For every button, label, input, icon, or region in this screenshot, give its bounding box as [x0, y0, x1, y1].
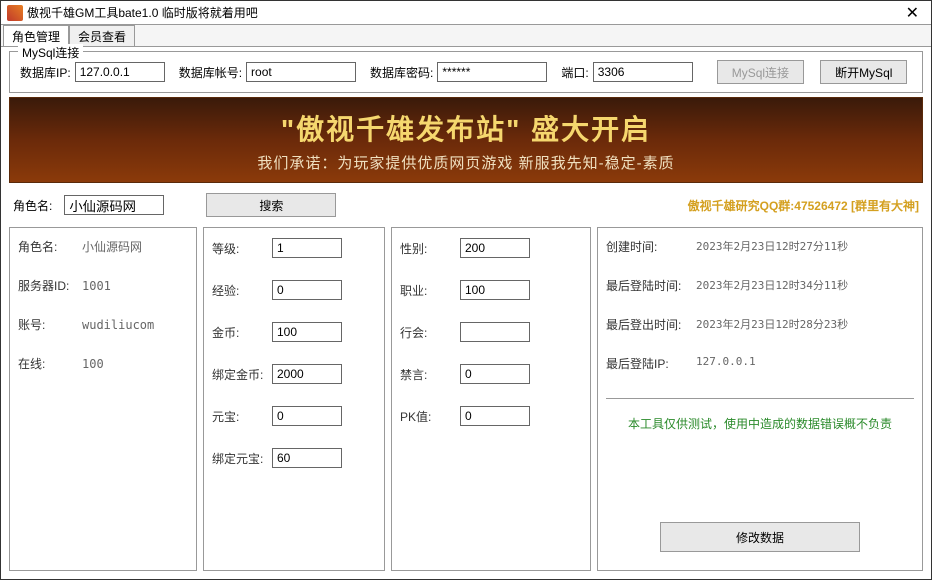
- account-value: wudiliucom: [82, 318, 154, 332]
- yuanbao-input[interactable]: [272, 406, 342, 426]
- close-icon[interactable]: ✕: [900, 3, 925, 23]
- level-input[interactable]: [272, 238, 342, 258]
- db-ip-input[interactable]: [75, 62, 165, 82]
- gold-input[interactable]: [272, 322, 342, 342]
- tab-role-mgmt[interactable]: 角色管理: [3, 25, 69, 46]
- role-name-label: 角色名:: [18, 238, 82, 255]
- titlebar: 傲视千雄GM工具bate1.0 临时版将就着用吧 ✕: [1, 1, 931, 25]
- time-panel: 创建时间:2023年2月23日12时27分11秒 最后登陆时间:2023年2月2…: [597, 227, 923, 571]
- yuanbao-label: 元宝:: [212, 408, 272, 425]
- last-ip-label: 最后登陆IP:: [606, 355, 696, 372]
- pk-label: PK值:: [400, 408, 460, 425]
- last-login-value: 2023年2月23日12时34分11秒: [696, 277, 848, 294]
- pk-input[interactable]: [460, 406, 530, 426]
- db-user-label: 数据库帐号:: [179, 64, 242, 81]
- mysql-connect-button[interactable]: MySql连接: [717, 60, 804, 84]
- db-user-input[interactable]: [246, 62, 356, 82]
- search-row: 角色名: 搜索 傲视千雄研究QQ群:47526472 [群里有大神]: [9, 187, 923, 223]
- role-name-value: 小仙源码网: [82, 238, 142, 255]
- online-value: 100: [82, 357, 104, 371]
- edit-panel-2: 性别: 职业: 行会: 禁言: PK值:: [391, 227, 591, 571]
- disclaimer: 本工具仅供测试，使用中造成的数据错误概不负责: [606, 415, 914, 432]
- guild-input[interactable]: [460, 322, 530, 342]
- exp-label: 经验:: [212, 282, 272, 299]
- sex-input[interactable]: [460, 238, 530, 258]
- banner-subtitle: 我们承诺：为玩家提供优质网页游戏 新服我先知-稳定-素质: [257, 152, 674, 173]
- last-ip-value: 127.0.0.1: [696, 355, 756, 372]
- banner-title: "傲视千雄发布站" 盛大开启: [281, 108, 651, 148]
- tab-member-view[interactable]: 会员查看: [69, 25, 135, 46]
- last-login-label: 最后登陆时间:: [606, 277, 696, 294]
- bind-gold-input[interactable]: [272, 364, 342, 384]
- online-label: 在线:: [18, 355, 82, 372]
- mute-input[interactable]: [460, 364, 530, 384]
- qq-info: 傲视千雄研究QQ群:47526472 [群里有大神]: [688, 197, 919, 214]
- info-panel: 角色名:小仙源码网 服务器ID:1001 账号:wudiliucom 在线:10…: [9, 227, 197, 571]
- bind-yuanbao-label: 绑定元宝:: [212, 450, 272, 467]
- job-label: 职业:: [400, 282, 460, 299]
- search-input[interactable]: [64, 195, 164, 215]
- db-port-input[interactable]: [593, 62, 693, 82]
- bind-gold-label: 绑定金币:: [212, 366, 272, 383]
- db-port-label: 端口:: [561, 64, 588, 81]
- exp-input[interactable]: [272, 280, 342, 300]
- db-pass-label: 数据库密码:: [370, 64, 433, 81]
- server-id-value: 1001: [82, 279, 111, 293]
- mysql-fieldset: MySql连接 数据库IP: 数据库帐号: 数据库密码: 端口: MySql连接…: [9, 51, 923, 93]
- server-id-label: 服务器ID:: [18, 277, 82, 294]
- guild-label: 行会:: [400, 324, 460, 341]
- tab-bar: 角色管理 会员查看: [1, 25, 931, 47]
- create-time-label: 创建时间:: [606, 238, 696, 255]
- db-ip-label: 数据库IP:: [20, 64, 71, 81]
- bind-yuanbao-input[interactable]: [272, 448, 342, 468]
- level-label: 等级:: [212, 240, 272, 257]
- gold-label: 金币:: [212, 324, 272, 341]
- mysql-legend: MySql连接: [18, 44, 83, 61]
- search-button[interactable]: 搜索: [206, 193, 336, 217]
- db-pass-input[interactable]: [437, 62, 547, 82]
- last-logout-value: 2023年2月23日12时28分23秒: [696, 316, 848, 333]
- search-label: 角色名:: [13, 197, 52, 214]
- mysql-disconnect-button[interactable]: 断开MySql: [820, 60, 907, 84]
- modify-button[interactable]: 修改数据: [660, 522, 860, 552]
- account-label: 账号:: [18, 316, 82, 333]
- edit-panel-1: 等级: 经验: 金币: 绑定金币: 元宝: 绑定元宝:: [203, 227, 385, 571]
- create-time-value: 2023年2月23日12时27分11秒: [696, 238, 848, 255]
- app-icon: [7, 5, 23, 21]
- window-title: 傲视千雄GM工具bate1.0 临时版将就着用吧: [27, 4, 258, 21]
- last-logout-label: 最后登出时间:: [606, 316, 696, 333]
- mute-label: 禁言:: [400, 366, 460, 383]
- sex-label: 性别:: [400, 240, 460, 257]
- job-input[interactable]: [460, 280, 530, 300]
- banner: "傲视千雄发布站" 盛大开启 我们承诺：为玩家提供优质网页游戏 新服我先知-稳定…: [9, 97, 923, 183]
